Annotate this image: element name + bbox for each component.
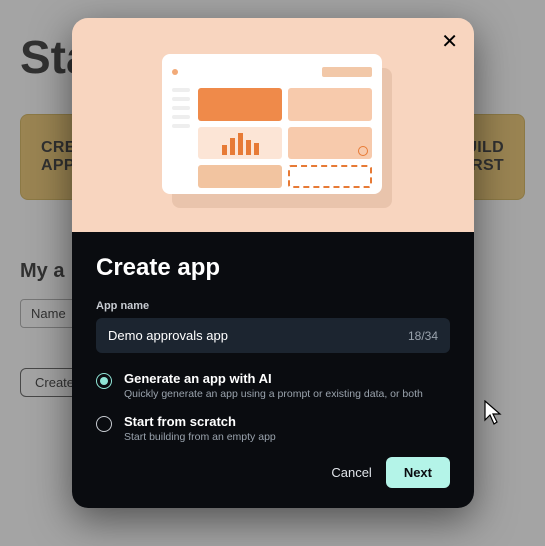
modal-actions: Cancel Next xyxy=(96,457,450,488)
option-subtitle: Start building from an empty app xyxy=(124,431,276,443)
app-name-value: Demo approvals app xyxy=(108,328,228,343)
option-title: Start from scratch xyxy=(124,414,276,429)
option-subtitle: Quickly generate an app using a prompt o… xyxy=(124,388,423,400)
option-generate-ai[interactable]: Generate an app with AI Quickly generate… xyxy=(96,371,450,400)
option-title: Generate an app with AI xyxy=(124,371,423,386)
radio-icon xyxy=(96,416,112,432)
app-name-label: App name xyxy=(96,300,450,312)
radio-icon xyxy=(96,373,112,389)
app-name-input[interactable]: Demo approvals app 18/34 xyxy=(96,318,450,353)
option-start-scratch[interactable]: Start from scratch Start building from a… xyxy=(96,414,450,443)
modal-body: Create app App name Demo approvals app 1… xyxy=(72,232,474,508)
cancel-button[interactable]: Cancel xyxy=(331,465,371,480)
close-icon[interactable]: ✕ xyxy=(441,32,458,52)
next-button[interactable]: Next xyxy=(386,457,450,488)
modal-illustration-area: ✕ xyxy=(72,18,474,232)
dashboard-illustration xyxy=(162,54,382,194)
modal-title: Create app xyxy=(96,254,450,282)
create-app-modal: ✕ Create app App name Demo approvals app… xyxy=(72,18,474,508)
char-counter: 18/34 xyxy=(408,329,438,343)
